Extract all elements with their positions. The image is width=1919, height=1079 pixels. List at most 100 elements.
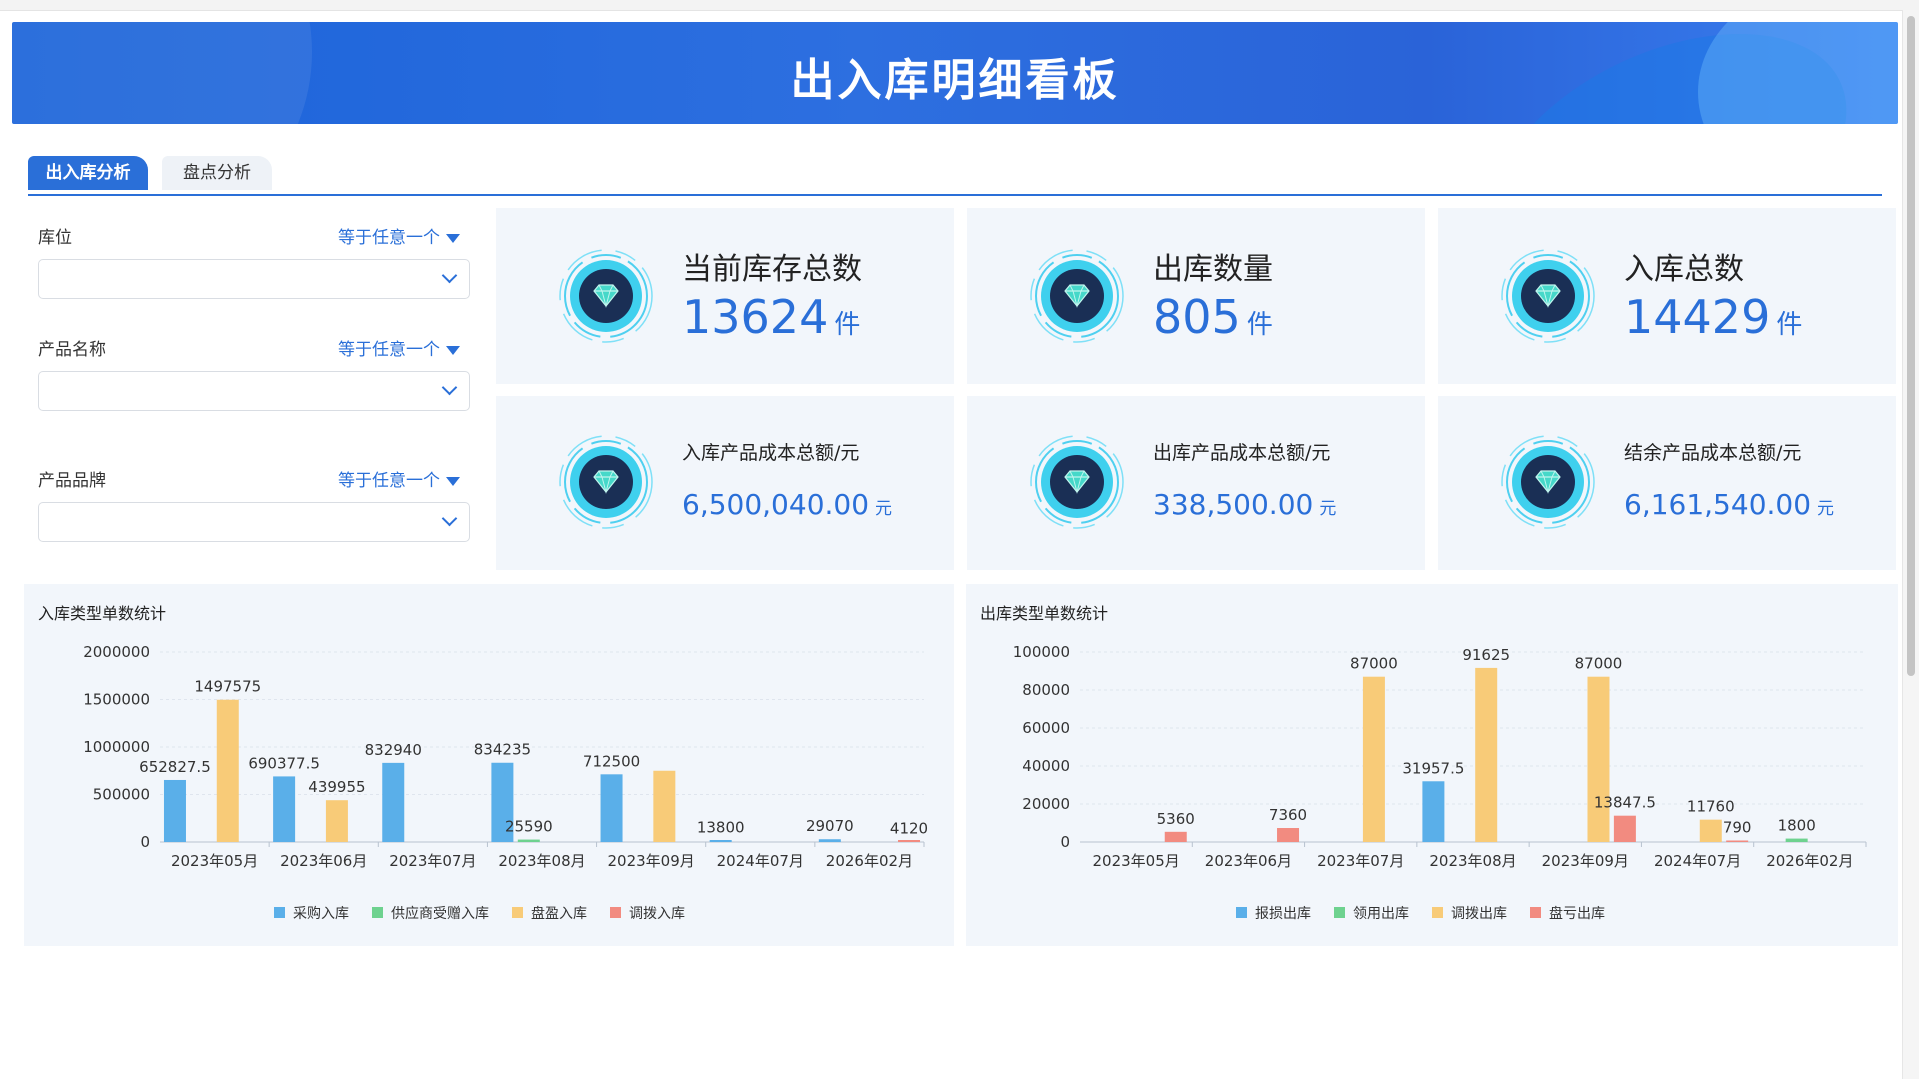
legend-label[interactable]: 领用出库 — [1353, 906, 1409, 922]
legend-swatch — [1334, 907, 1345, 918]
data-label: 652827.5 — [139, 758, 211, 776]
legend-label[interactable]: 调拨入库 — [629, 906, 685, 922]
data-label: 439955 — [308, 778, 365, 796]
bar[interactable] — [1785, 838, 1808, 842]
kpi-unit: 元 — [1319, 499, 1337, 519]
kpi-title: 出库数量 — [1153, 252, 1273, 287]
bar[interactable] — [163, 779, 186, 842]
filter-label: 产品品牌 — [38, 471, 106, 491]
bar[interactable] — [382, 762, 405, 842]
data-label: 13800 — [697, 819, 745, 837]
bar[interactable] — [1475, 667, 1498, 842]
bar[interactable] — [653, 770, 676, 842]
data-label: 690377.5 — [248, 754, 320, 772]
kpi-value-row: 6,500,040.00 元 — [682, 488, 892, 521]
tab-inout-analysis[interactable]: 出入库分析 — [28, 156, 148, 190]
legend-swatch — [610, 907, 621, 918]
bar[interactable] — [1277, 828, 1300, 842]
kpi-value-row: 805 件 — [1153, 290, 1273, 344]
bar[interactable] — [1726, 840, 1749, 842]
x-tick-label: 2024年07月 — [1654, 852, 1741, 870]
data-label: 4120 — [890, 820, 928, 838]
legend-label[interactable]: 供应商受赠入库 — [391, 905, 489, 922]
bar[interactable] — [1422, 781, 1445, 842]
filter-operator-dropdown[interactable]: 等于任意一个 — [338, 335, 460, 360]
bar[interactable] — [818, 839, 841, 842]
y-tick-label: 60000 — [1022, 719, 1070, 737]
x-tick-label: 2023年07月 — [1317, 852, 1404, 870]
x-tick-label: 2023年08月 — [1429, 852, 1516, 870]
bar[interactable] — [216, 699, 239, 842]
caret-down-icon — [446, 345, 460, 355]
bar[interactable] — [1362, 676, 1385, 842]
y-tick-label: 40000 — [1022, 757, 1070, 775]
y-tick-label: 0 — [1060, 833, 1070, 851]
y-tick-label: 100000 — [1013, 643, 1070, 661]
bar[interactable] — [325, 800, 348, 842]
kpi-value-row: 13624 件 — [682, 290, 860, 344]
legend-label[interactable]: 采购入库 — [293, 906, 349, 922]
data-label: 832940 — [365, 741, 422, 759]
data-label: 1800 — [1778, 817, 1816, 835]
vertical-scrollbar[interactable] — [1902, 10, 1919, 1079]
chevron-down-icon — [441, 267, 458, 284]
data-label: 87000 — [1350, 655, 1398, 673]
bar[interactable] — [709, 840, 732, 842]
legend-swatch — [512, 907, 523, 918]
kpi-value-row: 6,161,540.00 元 — [1624, 488, 1834, 521]
data-label: 91625 — [1462, 646, 1510, 664]
kpi-unit: 件 — [1246, 310, 1273, 340]
filter-operator-dropdown[interactable]: 等于任意一个 — [338, 223, 460, 248]
filter-label: 产品名称 — [38, 340, 106, 360]
data-label: 87000 — [1575, 655, 1623, 673]
data-label: 5360 — [1157, 810, 1195, 828]
kpi-title: 结余产品成本总额/元 — [1624, 442, 1802, 464]
legend-swatch — [1236, 907, 1247, 918]
bar[interactable] — [600, 774, 623, 842]
kpi-value: 14429 — [1624, 290, 1771, 344]
inbound-chart-panel: 入库类型单数统计 0 500000 1000000 1500000 2000000 202… — [24, 584, 954, 946]
outbound-chart-panel: 出库类型单数统计 0 20000 40000 60000 80000 100000 2023… — [966, 584, 1898, 946]
x-tick-label: 2024年07月 — [717, 852, 804, 870]
scrollbar-thumb[interactable] — [1907, 16, 1915, 676]
bar[interactable] — [1699, 819, 1722, 842]
diamond-icon — [559, 435, 653, 529]
kpi-value: 6,500,040.00 — [682, 488, 870, 521]
caret-down-icon — [446, 476, 460, 486]
legend-label[interactable]: 盘亏出库 — [1549, 905, 1605, 922]
legend-label[interactable]: 调拨出库 — [1451, 906, 1507, 922]
bar[interactable] — [1164, 831, 1187, 842]
kpi-title: 出库产品成本总额/元 — [1153, 442, 1331, 464]
caret-down-icon — [446, 233, 460, 243]
chevron-down-icon — [441, 510, 458, 527]
kpi-value-row: 14429 件 — [1624, 290, 1802, 344]
product-name-select[interactable] — [38, 371, 470, 411]
y-tick-label: 0 — [140, 833, 150, 851]
data-label: 1497575 — [194, 678, 261, 696]
kpi-value: 13624 — [682, 290, 829, 344]
browser-top-strip — [0, 0, 1919, 11]
bar-chart: 0 20000 40000 60000 80000 100000 2023年05月 2023年… — [1013, 643, 1867, 922]
x-tick-label: 2023年06月 — [1205, 852, 1292, 870]
diamond-icon — [1501, 435, 1595, 529]
location-select[interactable] — [38, 259, 470, 299]
product-brand-select[interactable] — [38, 502, 470, 542]
kpi-inbound-cost: 入库产品成本总额/元 6,500,040.00 元 — [496, 396, 954, 570]
bar[interactable] — [273, 776, 296, 842]
x-tick-label: 2026年02月 — [826, 852, 913, 870]
tab-stocktake-analysis[interactable]: 盘点分析 — [162, 156, 272, 190]
legend-label[interactable]: 盘盈入库 — [531, 905, 587, 922]
legend-swatch — [372, 907, 383, 918]
bar[interactable] — [1587, 676, 1610, 842]
legend-label[interactable]: 报损出库 — [1255, 906, 1311, 922]
x-tick-label: 2023年09月 — [1542, 852, 1629, 870]
kpi-title: 入库产品成本总额/元 — [682, 442, 860, 464]
bar[interactable] — [898, 840, 921, 842]
filter-operator-dropdown[interactable]: 等于任意一个 — [338, 466, 460, 491]
data-label: 790 — [1723, 818, 1752, 836]
bar[interactable] — [517, 839, 540, 842]
bar[interactable] — [1613, 815, 1636, 842]
legend-swatch — [1530, 907, 1541, 918]
y-tick-label: 1500000 — [83, 691, 150, 709]
data-label: 834235 — [474, 741, 531, 759]
